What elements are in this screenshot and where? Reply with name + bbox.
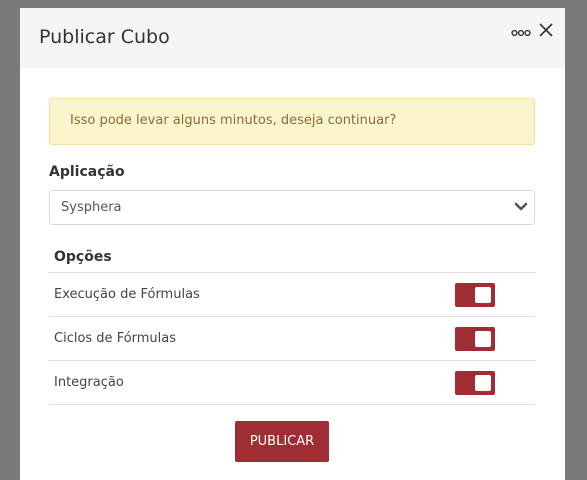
formula-cycles-toggle[interactable] <box>455 327 495 351</box>
modal-header: Publicar Cubo <box>20 8 565 68</box>
option-label: Execução de Fórmulas <box>54 287 200 302</box>
formula-execution-toggle[interactable] <box>455 283 495 307</box>
options-header: Opções <box>49 240 535 273</box>
chevron-down-icon <box>514 201 528 213</box>
option-row-formula-cycles: Ciclos de Fórmulas <box>49 317 535 361</box>
more-options-icon[interactable] <box>511 24 531 37</box>
application-select[interactable]: Sysphera <box>49 190 535 225</box>
close-icon[interactable] <box>538 22 554 38</box>
application-select-value: Sysphera <box>61 200 122 215</box>
options-table: Opções Execução de Fórmulas Ciclos de Fó… <box>49 240 535 405</box>
publish-button[interactable]: PUBLICAR <box>235 421 329 462</box>
option-label: Ciclos de Fórmulas <box>54 331 177 346</box>
warning-alert: Isso pode levar alguns minutos, deseja c… <box>49 98 535 145</box>
integration-toggle[interactable] <box>455 371 495 395</box>
option-label: Integração <box>54 375 124 390</box>
application-label: Aplicação <box>49 164 125 180</box>
toggle-knob <box>475 375 491 391</box>
option-row-formula-execution: Execução de Fórmulas <box>49 273 535 317</box>
option-row-integration: Integração <box>49 361 535 405</box>
alert-message: Isso pode levar alguns minutos, deseja c… <box>70 113 397 128</box>
modal-title: Publicar Cubo <box>39 26 170 48</box>
publish-cube-modal: Publicar Cubo Isso pode levar alguns min… <box>20 8 565 480</box>
toggle-knob <box>475 287 491 303</box>
toggle-knob <box>475 331 491 347</box>
